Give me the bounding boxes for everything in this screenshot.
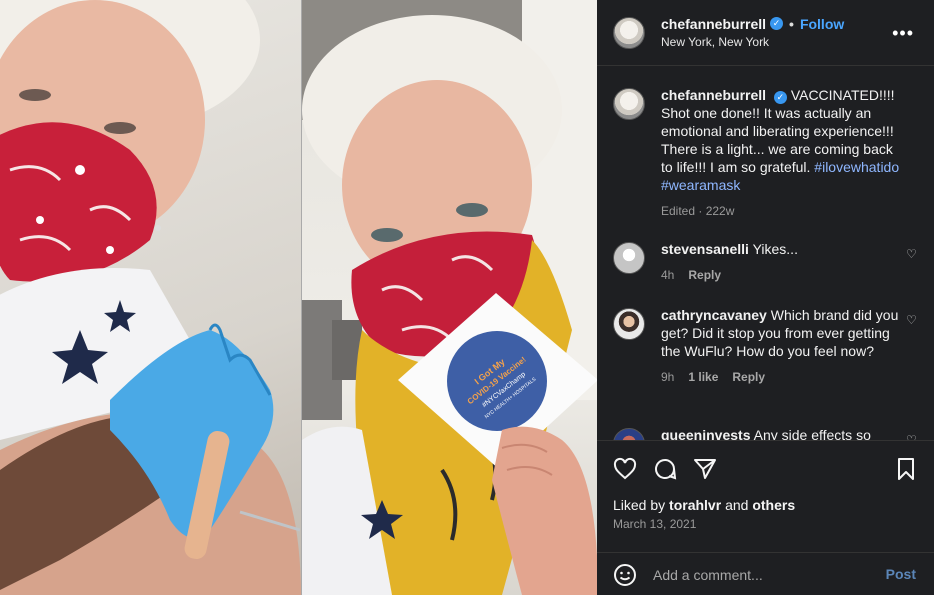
- comment-likes[interactable]: 1 like: [688, 370, 718, 384]
- liked-by-line: Liked by torahlvr and others: [613, 497, 795, 513]
- comment-avatar[interactable]: [613, 308, 645, 340]
- comment-text: Any side effects so: [753, 427, 871, 440]
- comment-meta: 4h Reply: [661, 268, 901, 282]
- comment-username[interactable]: cathryncavaney: [661, 307, 767, 323]
- share-paper-plane-icon[interactable]: [693, 457, 717, 481]
- reply-button[interactable]: Reply: [732, 370, 765, 384]
- post-actions: Liked by torahlvr and others March 13, 2…: [597, 440, 934, 595]
- post-comment-button[interactable]: Post: [886, 566, 916, 582]
- instagram-post: I Got My COVID-19 Vaccine! #NYCVaxChamp …: [0, 0, 934, 595]
- comment-text: Yikes...: [752, 241, 798, 257]
- comment-item: cathryncavaney Which brand did you get? …: [613, 306, 918, 384]
- caption-avatar[interactable]: [613, 88, 645, 120]
- comment-time[interactable]: 9h: [661, 370, 674, 384]
- author-avatar[interactable]: [613, 16, 645, 49]
- action-icons: [613, 457, 918, 481]
- emoji-smiley-icon[interactable]: [613, 563, 637, 587]
- comments-list[interactable]: chefanneburrell ✓ VACCINATED!!!! Shot on…: [597, 66, 934, 440]
- post-media[interactable]: I Got My COVID-19 Vaccine! #NYCVaxChamp …: [0, 0, 597, 595]
- liked-by-others[interactable]: others: [752, 497, 795, 513]
- comment-avatar[interactable]: [613, 428, 645, 440]
- more-options-icon[interactable]: •••: [892, 24, 914, 42]
- comment-meta: 9h 1 like Reply: [661, 370, 901, 384]
- vaccination-shoulder-photo: [0, 0, 301, 595]
- comment-item: queeninvests Any side effects so ♡: [613, 426, 918, 440]
- vaccine-sticker-selfie-photo: I Got My COVID-19 Vaccine! #NYCVaxChamp …: [301, 0, 597, 595]
- comment-body: queeninvests Any side effects so: [661, 426, 901, 440]
- reply-button[interactable]: Reply: [688, 268, 721, 282]
- post-date[interactable]: March 13, 2021: [613, 517, 696, 531]
- liked-by-prefix: Liked by: [613, 497, 666, 513]
- comment-username[interactable]: stevensanelli: [661, 241, 749, 257]
- save-bookmark-icon[interactable]: [894, 457, 918, 481]
- liked-by-user[interactable]: torahlvr: [669, 497, 721, 513]
- comment-time[interactable]: 4h: [661, 268, 674, 282]
- add-comment-input[interactable]: [653, 566, 868, 583]
- caption-item: chefanneburrell ✓ VACCINATED!!!! Shot on…: [613, 86, 918, 218]
- post-header: chefanneburrell ✓ • Follow New York, New…: [597, 0, 934, 66]
- verified-badge-icon: ✓: [770, 17, 784, 30]
- header-row: chefanneburrell ✓ • Follow: [661, 15, 844, 33]
- comment-body: cathryncavaney Which brand did you get? …: [661, 306, 901, 384]
- comment-username[interactable]: queeninvests: [661, 427, 750, 440]
- hashtag-ilovewhatido[interactable]: #ilovewhatido: [814, 159, 899, 175]
- post-side-panel: chefanneburrell ✓ • Follow New York, New…: [597, 0, 934, 595]
- caption-body: chefanneburrell ✓ VACCINATED!!!! Shot on…: [661, 86, 901, 218]
- verified-badge-icon: ✓: [773, 91, 787, 104]
- add-comment-bar: Post: [597, 552, 934, 595]
- follow-button[interactable]: Follow: [800, 15, 844, 33]
- separator-dot: •: [789, 15, 794, 32]
- hashtag-wearamask[interactable]: #wearamask: [661, 177, 740, 193]
- comment-body: stevensanelli Yikes... 4h Reply: [661, 240, 901, 282]
- shoulder-illustration: [0, 0, 301, 595]
- caption-username[interactable]: chefanneburrell: [661, 87, 766, 103]
- selfie-illustration: I Got My COVID-19 Vaccine! #NYCVaxChamp …: [302, 0, 597, 595]
- caption-meta: Edited · 222w: [661, 204, 735, 218]
- comment-bubble-icon[interactable]: [653, 457, 677, 481]
- liked-by-and: and: [725, 497, 749, 513]
- comment-avatar[interactable]: [613, 242, 645, 274]
- comment-item: stevensanelli Yikes... 4h Reply ♡: [613, 240, 918, 282]
- like-heart-icon[interactable]: [613, 457, 637, 481]
- like-comment-icon[interactable]: ♡: [906, 248, 918, 260]
- like-comment-icon[interactable]: ♡: [906, 314, 918, 326]
- header-text: chefanneburrell ✓ • Follow New York, New…: [661, 15, 844, 51]
- post-location[interactable]: New York, New York: [661, 33, 844, 51]
- author-username[interactable]: chefanneburrell: [661, 15, 766, 33]
